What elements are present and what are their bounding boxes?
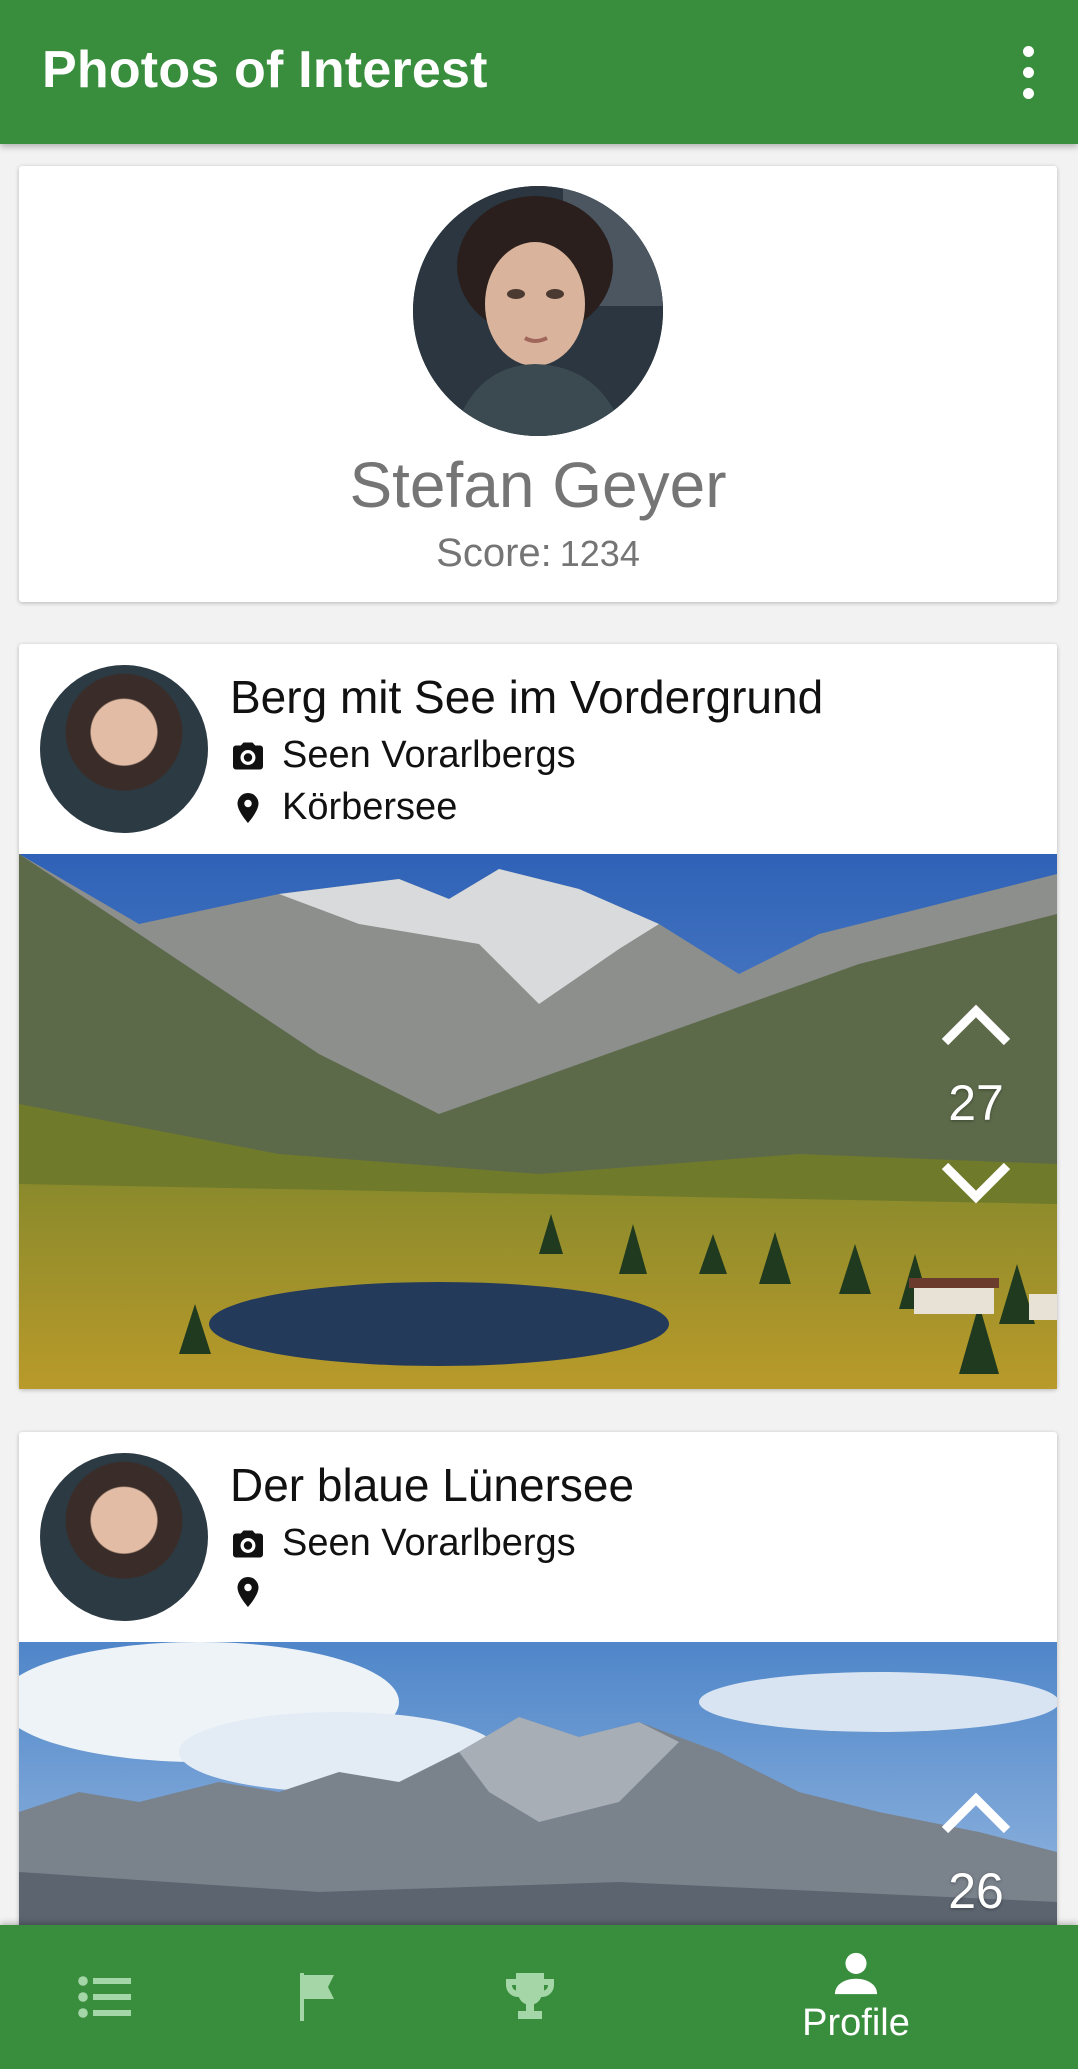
nav-item-list[interactable]: [55, 1925, 155, 2069]
post-category-label: Seen Vorarlbergs: [282, 734, 576, 776]
post-header: Der blaue Lünersee Seen Vorarlbergs: [19, 1432, 1057, 1642]
location-pin-icon: [237, 1577, 259, 1607]
nav-label-profile: Profile: [802, 2001, 910, 2044]
post-location: Körbersee: [230, 786, 457, 829]
vote-control: 27: [939, 1002, 1013, 1206]
post-location: [230, 1574, 282, 1610]
list-icon: [78, 1976, 131, 2018]
nav-item-trophy[interactable]: [480, 1925, 580, 2069]
post-category: Seen Vorarlbergs: [230, 1522, 576, 1565]
bottom-navigation: Profile: [0, 1925, 1078, 2069]
trophy-icon: [506, 1973, 554, 2019]
post-location-label: Körbersee: [282, 786, 458, 828]
score-value: 1234: [559, 533, 640, 574]
profile-avatar: [413, 186, 663, 436]
nav-item-profile[interactable]: Profile: [776, 1925, 936, 2069]
post-author-avatar[interactable]: [40, 665, 208, 833]
profile-score: Score: 1234: [19, 531, 1057, 576]
location-pin-icon: [237, 792, 259, 823]
chevron-down-icon[interactable]: [939, 1160, 1013, 1206]
more-vert-icon[interactable]: [1000, 36, 1056, 108]
post-author-avatar[interactable]: [40, 1453, 208, 1621]
post-title: Der blaue Lünersee: [230, 1459, 635, 1511]
post-title: Berg mit See im Vordergrund: [230, 671, 824, 723]
app-bar: Photos of Interest: [0, 0, 1078, 144]
nav-item-flag[interactable]: [268, 1925, 368, 2069]
post-card[interactable]: Berg mit See im Vordergrund Seen Vorarlb…: [19, 644, 1057, 1389]
chevron-up-icon[interactable]: [939, 1002, 1013, 1048]
camera-icon: [233, 1530, 263, 1557]
flag-icon: [300, 1973, 334, 2021]
person-icon: [834, 1952, 878, 1994]
camera-icon: [233, 742, 263, 769]
post-header: Berg mit See im Vordergrund Seen Vorarlb…: [19, 644, 1057, 854]
vote-count: 27: [948, 1075, 1004, 1131]
post-category: Seen Vorarlbergs: [230, 734, 576, 777]
score-label: Score:: [436, 531, 552, 575]
post-category-label: Seen Vorarlbergs: [282, 1522, 576, 1564]
app-title: Photos of Interest: [42, 41, 488, 99]
chevron-up-icon[interactable]: [939, 1790, 1013, 1836]
vote-count: 26: [948, 1863, 1004, 1919]
post-photo[interactable]: 27: [19, 854, 1057, 1389]
profile-name: Stefan Geyer: [349, 449, 727, 521]
profile-card: Stefan Geyer Score: 1234: [19, 166, 1057, 602]
